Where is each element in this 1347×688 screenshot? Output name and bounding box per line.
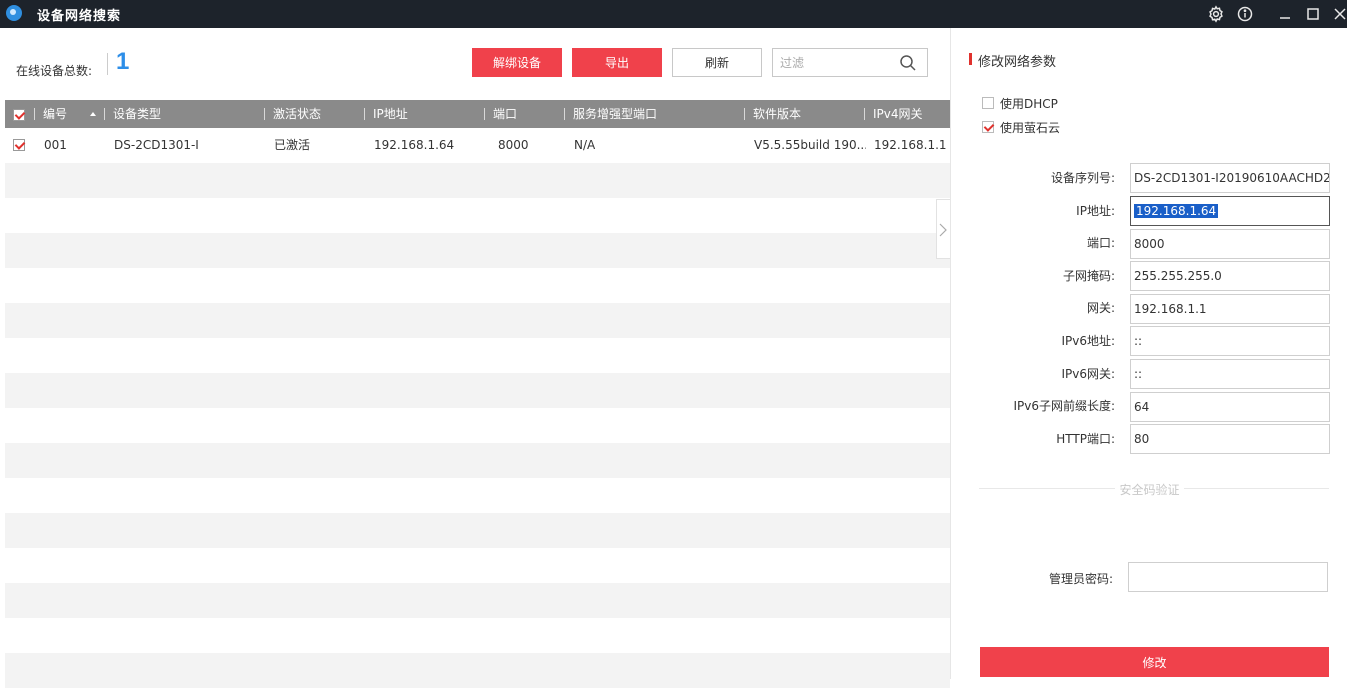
unbind-device-button[interactable]: 解绑设备: [472, 48, 562, 77]
column-header-port[interactable]: 端口: [493, 100, 517, 128]
column-header-activation[interactable]: 激活状态: [273, 100, 321, 128]
use-ezviz-option[interactable]: 使用萤石云: [982, 119, 1060, 135]
cell-ipv4-gateway: 192.168.1.1: [874, 138, 947, 152]
empty-row: [5, 233, 950, 268]
table-row[interactable]: 001 DS-2CD1301-I 已激活 192.168.1.64 8000 N…: [5, 128, 950, 163]
cell-port: 8000: [498, 138, 529, 152]
search-icon[interactable]: [899, 54, 917, 72]
gateway-field[interactable]: 192.168.1.1: [1130, 294, 1330, 324]
empty-row: [5, 583, 950, 618]
ipv6-address-field[interactable]: ::: [1130, 326, 1330, 356]
empty-row: [5, 478, 950, 513]
admin-password-label: 管理员密码:: [1048, 572, 1113, 586]
panel-title-marker: [969, 53, 972, 65]
ipv6-address-label: IPv6地址:: [1061, 334, 1115, 348]
subnet-mask-field[interactable]: 255.255.255.0: [1130, 261, 1330, 291]
count-divider: [107, 53, 108, 75]
security-divider-label: 安全码验证: [951, 481, 1347, 498]
ipv6-prefix-length-field[interactable]: 64: [1130, 392, 1330, 422]
column-separator: [364, 108, 365, 120]
ipv6-gateway-field[interactable]: ::: [1130, 359, 1330, 389]
table-header: 编号 设备类型 激活状态 IP地址 端口 服务增强型端口 软件版本 IPv4网关: [5, 100, 950, 128]
network-params-panel: 修改网络参数 使用DHCP 使用萤石云 设备序列号: DS-2CD1301-I2…: [950, 28, 1347, 679]
serial-number-label: 设备序列号:: [1050, 171, 1115, 185]
empty-row: [5, 198, 950, 233]
empty-row: [5, 408, 950, 443]
device-list-pane: 在线设备总数: 1 解绑设备 导出 刷新 编号 设备类型 激活状态 IP地址 端…: [0, 28, 950, 688]
http-port-label: HTTP端口:: [1056, 432, 1115, 446]
minimize-icon[interactable]: [1275, 4, 1295, 24]
panel-title: 修改网络参数: [978, 55, 1057, 70]
empty-row: [5, 373, 950, 408]
empty-row: [5, 163, 950, 198]
filter-box: [772, 48, 928, 77]
online-count-label: 在线设备总数:: [16, 64, 93, 78]
cell-device-type: DS-2CD1301-I: [114, 138, 199, 152]
serial-number-field[interactable]: DS-2CD1301-I20190610AACHD236: [1130, 163, 1330, 193]
empty-row: [5, 513, 950, 548]
subnet-mask-label: 子网掩码:: [1062, 269, 1115, 283]
maximize-icon[interactable]: [1303, 4, 1323, 24]
use-ezviz-checkbox[interactable]: [982, 121, 994, 133]
empty-row: [5, 443, 950, 478]
gear-icon[interactable]: [1206, 4, 1226, 24]
port-label: 端口:: [1086, 236, 1115, 250]
panel-collapse-toggle[interactable]: [936, 199, 950, 259]
cell-software-version: V5.5.55build 190...: [754, 138, 866, 152]
cell-enhanced-port: N/A: [574, 138, 596, 152]
cell-activation: 已激活: [274, 138, 311, 152]
device-table-body: 001 DS-2CD1301-I 已激活 192.168.1.64 8000 N…: [5, 128, 950, 688]
http-port-field[interactable]: 80: [1130, 424, 1330, 454]
close-icon[interactable]: [1330, 4, 1347, 24]
use-dhcp-option[interactable]: 使用DHCP: [982, 95, 1058, 111]
port-field[interactable]: 8000: [1130, 229, 1330, 259]
title-bar: 设备网络搜索: [0, 0, 1347, 28]
empty-row: [5, 548, 950, 583]
column-separator: [484, 108, 485, 120]
use-ezviz-label: 使用萤石云: [1000, 120, 1061, 135]
empty-row: [5, 268, 950, 303]
cell-number: 001: [44, 138, 67, 152]
admin-password-field[interactable]: [1128, 562, 1328, 592]
row-checkbox[interactable]: [13, 139, 25, 151]
empty-row: [5, 338, 950, 373]
column-header-software-version[interactable]: 软件版本: [753, 100, 801, 128]
select-all-checkbox[interactable]: [13, 109, 25, 121]
security-divider-text: 安全码验证: [1115, 483, 1184, 497]
app-logo-icon: [6, 5, 22, 21]
ip-address-field[interactable]: 192.168.1.64: [1130, 196, 1330, 226]
gateway-label: 网关:: [1086, 301, 1115, 315]
column-separator: [864, 108, 865, 120]
column-header-enhanced-port[interactable]: 服务增强型端口: [573, 100, 657, 128]
modify-button[interactable]: 修改: [980, 647, 1329, 677]
column-header-ip[interactable]: IP地址: [373, 100, 408, 128]
chevron-right-icon: [939, 223, 947, 237]
empty-row: [5, 618, 950, 653]
export-button[interactable]: 导出: [572, 48, 662, 77]
column-separator: [104, 108, 105, 120]
column-separator: [264, 108, 265, 120]
ipv6-prefix-length-label: IPv6子网前缀长度:: [1013, 399, 1115, 413]
ip-address-selected-text: 192.168.1.64: [1134, 204, 1219, 218]
ipv6-gateway-label: IPv6网关:: [1061, 367, 1115, 381]
ip-address-label: IP地址:: [1076, 204, 1115, 218]
column-separator: [744, 108, 745, 120]
empty-row: [5, 303, 950, 338]
info-icon[interactable]: [1235, 4, 1255, 24]
column-separator: [564, 108, 565, 120]
column-separator: [34, 108, 35, 120]
sort-ascending-icon[interactable]: [90, 112, 96, 116]
empty-row: [5, 653, 950, 688]
column-header-device-type[interactable]: 设备类型: [113, 100, 161, 128]
filter-input[interactable]: [773, 49, 900, 76]
use-dhcp-checkbox[interactable]: [982, 97, 994, 109]
window-title: 设备网络搜索: [37, 9, 122, 24]
column-header-ipv4-gateway[interactable]: IPv4网关: [873, 100, 923, 128]
use-dhcp-label: 使用DHCP: [1000, 96, 1058, 111]
cell-ip: 192.168.1.64: [374, 138, 455, 152]
refresh-button[interactable]: 刷新: [672, 48, 762, 77]
online-count-value: 1: [116, 48, 130, 75]
column-header-number[interactable]: 编号: [43, 100, 67, 128]
